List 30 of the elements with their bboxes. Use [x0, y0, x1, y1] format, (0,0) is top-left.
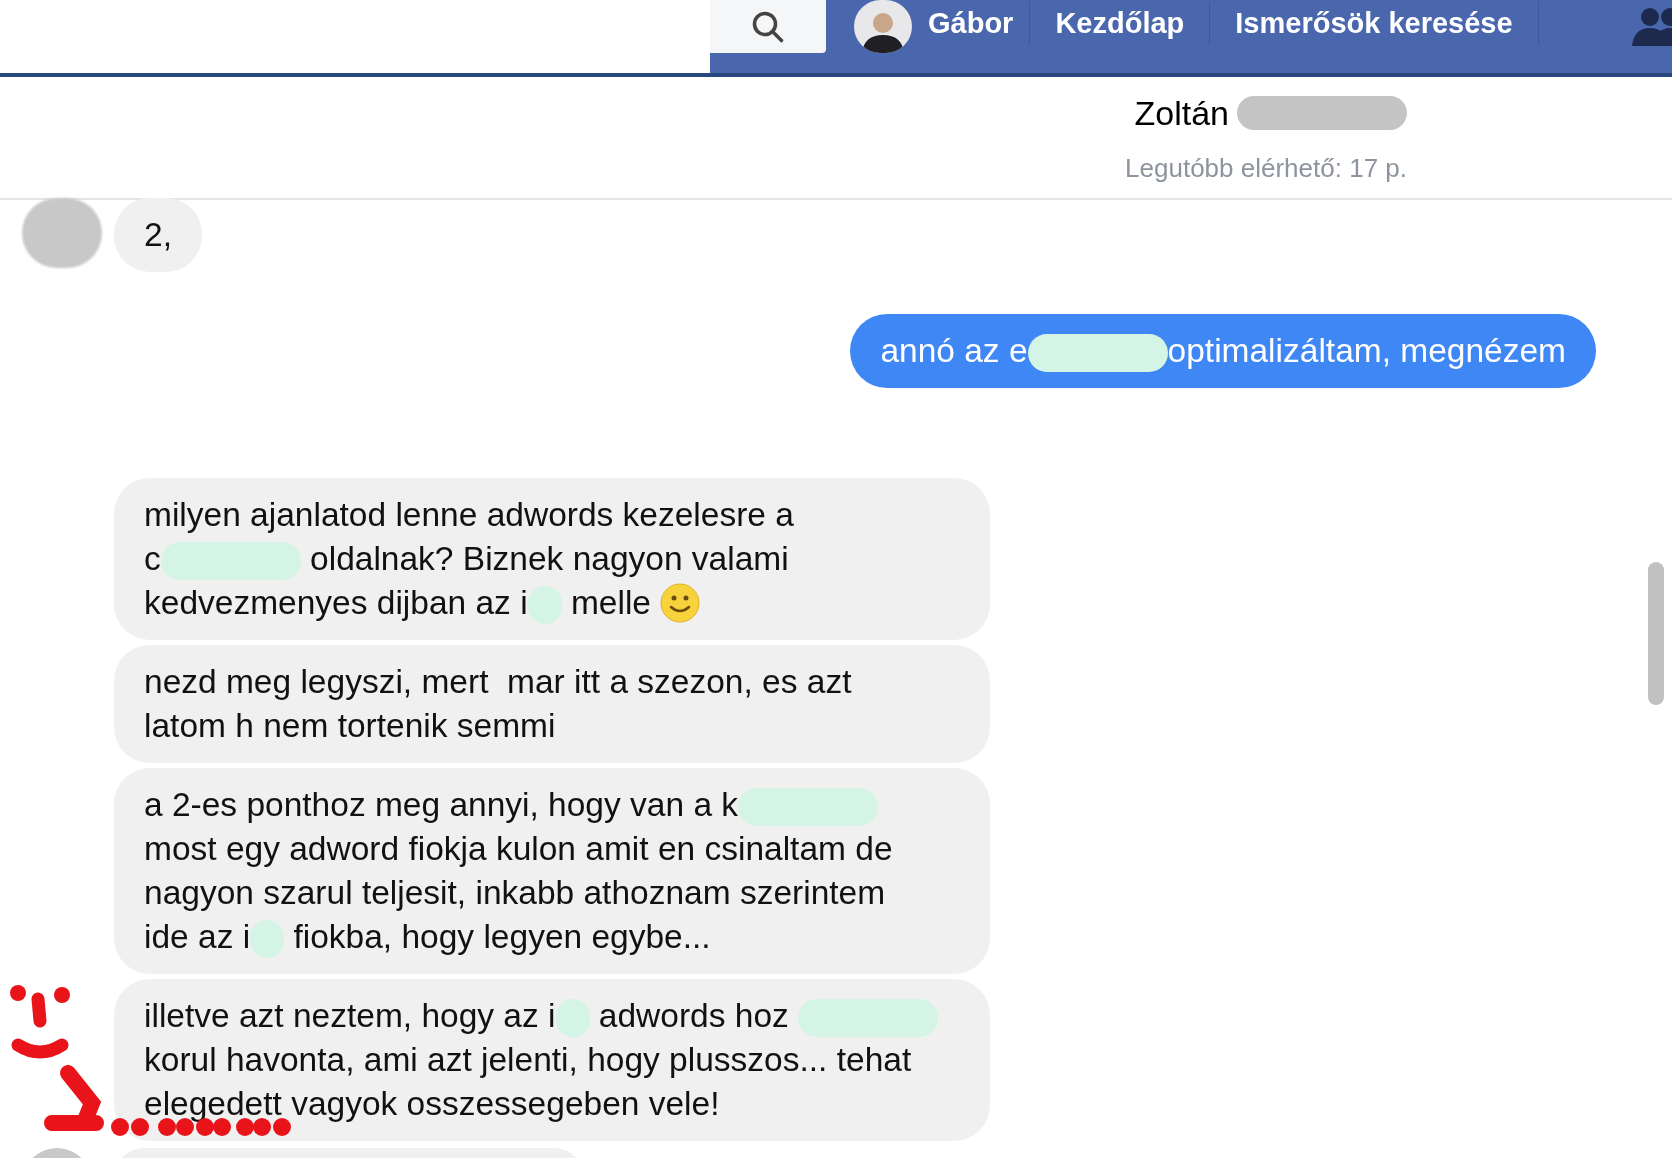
smiley-icon: [660, 583, 701, 624]
scrollbar[interactable]: [1648, 562, 1664, 705]
message-text: 2,: [144, 216, 172, 253]
message-text: oldalnak? Biznek nagyon valami: [309, 540, 789, 577]
message-text: fiokba, hogy legyen egybe...: [292, 918, 711, 955]
nav-link[interactable]: Kezdőlap: [1030, 1, 1211, 46]
message-text: a 2-es ponthoz meg annyi, hogy van a k: [144, 786, 739, 823]
last-seen-status: Legutóbb elérhető: 17 p.: [1125, 151, 1407, 185]
message-text: most egy adword fiokja kulon amit en csinaltam de: [144, 830, 893, 867]
message-text: korul havonta, ami azt jelenti, hogy plusszos... tehat: [144, 1041, 912, 1078]
message-text: illetve azt neztem, hogy az i: [144, 997, 556, 1034]
nav-link[interactable]: Ismerősök keresése: [1210, 1, 1539, 46]
profile-avatar[interactable]: [854, 0, 912, 53]
message-text: elegedett vagyok osszessegeben vele!: [144, 1085, 720, 1122]
search-button[interactable]: [710, 0, 826, 53]
message-text: milyen ajanlatod lenne adwords kezelesre a: [144, 496, 794, 533]
message-text: nagyon szarul teljesit, inkabb athoznam szerintem: [144, 874, 886, 911]
message-text: latom h nem tortenik semmi: [144, 707, 556, 744]
message-text: annó az e: [880, 332, 1028, 369]
profile-link[interactable]: Gábor: [912, 1, 1031, 46]
message-text: adwords hoz: [597, 997, 790, 1034]
search-field[interactable]: [0, 0, 710, 73]
message-text: c: [144, 540, 161, 577]
message-text: melle: [569, 584, 652, 621]
message-text: kedvezmenyes dijban az i: [144, 584, 528, 621]
contact-name: Zoltán: [1134, 92, 1229, 134]
message-text: optimalizáltam, megnézem: [1167, 332, 1566, 369]
message-text: ide az i: [144, 918, 251, 955]
friends-icon[interactable]: [1632, 6, 1672, 48]
message-text: nezd meg legyszi, mert mar itt a szezon, es azt: [144, 663, 852, 700]
